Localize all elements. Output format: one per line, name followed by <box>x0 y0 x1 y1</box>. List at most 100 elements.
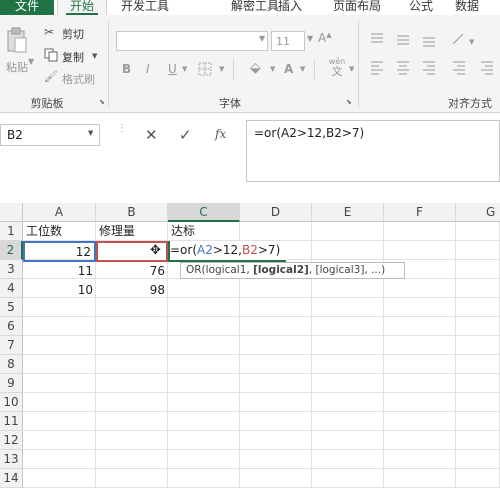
grid-cell[interactable] <box>456 222 500 241</box>
grid-cell[interactable] <box>384 336 456 355</box>
column-header-a[interactable]: A <box>23 203 96 222</box>
cell-c1[interactable]: 达标 <box>168 222 240 241</box>
name-box[interactable]: B2 <box>0 124 100 146</box>
tab-insert[interactable]: 插入 <box>272 0 308 15</box>
cut-button[interactable]: 剪切 <box>62 26 84 42</box>
grid-cell[interactable] <box>384 450 456 469</box>
row-header-14[interactable]: 14 <box>0 469 23 488</box>
grid-cell[interactable] <box>23 298 96 317</box>
tab-developer[interactable]: 开发工具 <box>110 0 180 15</box>
grid-cell[interactable] <box>456 355 500 374</box>
column-header-g[interactable]: G <box>456 203 500 222</box>
row-header-5[interactable]: 5 <box>0 298 23 317</box>
grid-cell[interactable] <box>384 279 456 298</box>
grid-cell[interactable] <box>96 374 168 393</box>
grid-cell[interactable] <box>96 336 168 355</box>
grid-cell[interactable] <box>240 336 312 355</box>
grid-cell[interactable] <box>312 279 384 298</box>
grid-cell[interactable] <box>168 336 240 355</box>
grid-cell[interactable] <box>23 450 96 469</box>
font-name-box[interactable] <box>116 31 268 51</box>
tab-file[interactable]: 文件 <box>0 0 54 15</box>
grid-cell[interactable] <box>96 431 168 450</box>
font-size-box[interactable]: 11 <box>271 31 305 51</box>
grid-cell[interactable] <box>240 469 312 488</box>
formula-input[interactable]: =or(A2>12,B2>7) <box>246 120 500 182</box>
grid-cell[interactable] <box>96 450 168 469</box>
grid-cell[interactable] <box>23 355 96 374</box>
grid-cell[interactable] <box>456 374 500 393</box>
grid-cell[interactable] <box>312 298 384 317</box>
column-header-e[interactable]: E <box>312 203 384 222</box>
grid-cell[interactable] <box>240 355 312 374</box>
column-header-c[interactable]: C <box>168 203 240 222</box>
grid-cell[interactable] <box>96 298 168 317</box>
grid-cell[interactable] <box>456 450 500 469</box>
grid-cell[interactable] <box>168 317 240 336</box>
font-color-icon[interactable]: A <box>284 62 293 76</box>
fill-color-icon[interactable]: ⬙ <box>250 60 261 76</box>
grid-cell[interactable] <box>168 412 240 431</box>
tab-formulas[interactable]: 公式 <box>403 0 439 15</box>
grid-cell[interactable] <box>96 393 168 412</box>
grid-cell[interactable] <box>312 222 384 241</box>
clipboard-launcher-icon[interactable]: ⬊ <box>99 98 105 106</box>
cell-c2-editor[interactable]: =or(A2>12,B2>7) <box>168 241 286 262</box>
grid-cell[interactable] <box>168 393 240 412</box>
paste-icon[interactable] <box>6 27 28 55</box>
cell-b1[interactable]: 修理量 <box>96 222 168 241</box>
grid-cell[interactable] <box>240 317 312 336</box>
font-size-dropdown-icon[interactable]: ▼ <box>307 34 313 43</box>
grid-cell[interactable] <box>384 393 456 412</box>
font-launcher-icon[interactable]: ⬊ <box>346 98 352 106</box>
cell-a3[interactable]: 11 <box>23 262 96 281</box>
grid-cell[interactable] <box>240 431 312 450</box>
column-header-b[interactable]: B <box>96 203 168 222</box>
row-header-13[interactable]: 13 <box>0 450 23 469</box>
border-icon[interactable] <box>197 61 213 77</box>
cell-b4[interactable]: 98 <box>96 281 168 300</box>
grid-cell[interactable] <box>312 393 384 412</box>
row-header-11[interactable]: 11 <box>0 412 23 431</box>
select-all-corner[interactable] <box>0 203 23 222</box>
tab-home[interactable]: 开始 <box>57 0 107 15</box>
grid-cell[interactable] <box>456 336 500 355</box>
grid-cell[interactable] <box>384 241 456 260</box>
grid-cell[interactable] <box>456 260 500 279</box>
grid-cell[interactable] <box>168 469 240 488</box>
grid-cell[interactable] <box>240 279 312 298</box>
grid-cell[interactable] <box>240 450 312 469</box>
grid-cell[interactable] <box>456 298 500 317</box>
grid-cell[interactable] <box>384 222 456 241</box>
grid-cell[interactable] <box>312 241 384 260</box>
grid-cell[interactable] <box>384 469 456 488</box>
bold-button[interactable]: B <box>122 62 131 76</box>
grid-cell[interactable] <box>23 431 96 450</box>
grid-cell[interactable] <box>168 450 240 469</box>
increase-font-icon[interactable]: A▲ <box>318 31 332 45</box>
grid-cell[interactable] <box>23 412 96 431</box>
grid-cell[interactable] <box>168 298 240 317</box>
grid-cell[interactable] <box>384 431 456 450</box>
row-header-8[interactable]: 8 <box>0 355 23 374</box>
row-header-4[interactable]: 4 <box>0 279 23 298</box>
grid-cell[interactable] <box>384 412 456 431</box>
function-tooltip[interactable]: OR(logical1, [logical2], [logical3], ...… <box>180 262 405 279</box>
grid-cell[interactable] <box>312 317 384 336</box>
grid-cell[interactable] <box>240 374 312 393</box>
insert-function-button[interactable]: fx <box>215 127 226 141</box>
grid-cell[interactable] <box>456 412 500 431</box>
row-header-12[interactable]: 12 <box>0 431 23 450</box>
phonetic-icon[interactable]: wén 文 <box>325 58 349 80</box>
cell-b3[interactable]: 76 <box>96 262 168 281</box>
name-box-dropdown-icon[interactable]: ▼ <box>88 129 93 137</box>
grid-cell[interactable] <box>168 355 240 374</box>
italic-button[interactable]: I <box>146 62 150 76</box>
font-color-dropdown-icon[interactable]: ▼ <box>300 65 305 73</box>
cell-a2[interactable]: 12 <box>23 241 96 262</box>
column-header-d[interactable]: D <box>240 203 312 222</box>
tab-data[interactable]: 数据 <box>455 0 500 15</box>
paste-button[interactable]: 粘贴 <box>6 59 28 75</box>
grid-cell[interactable] <box>23 317 96 336</box>
copy-button[interactable]: 复制 <box>62 49 84 65</box>
